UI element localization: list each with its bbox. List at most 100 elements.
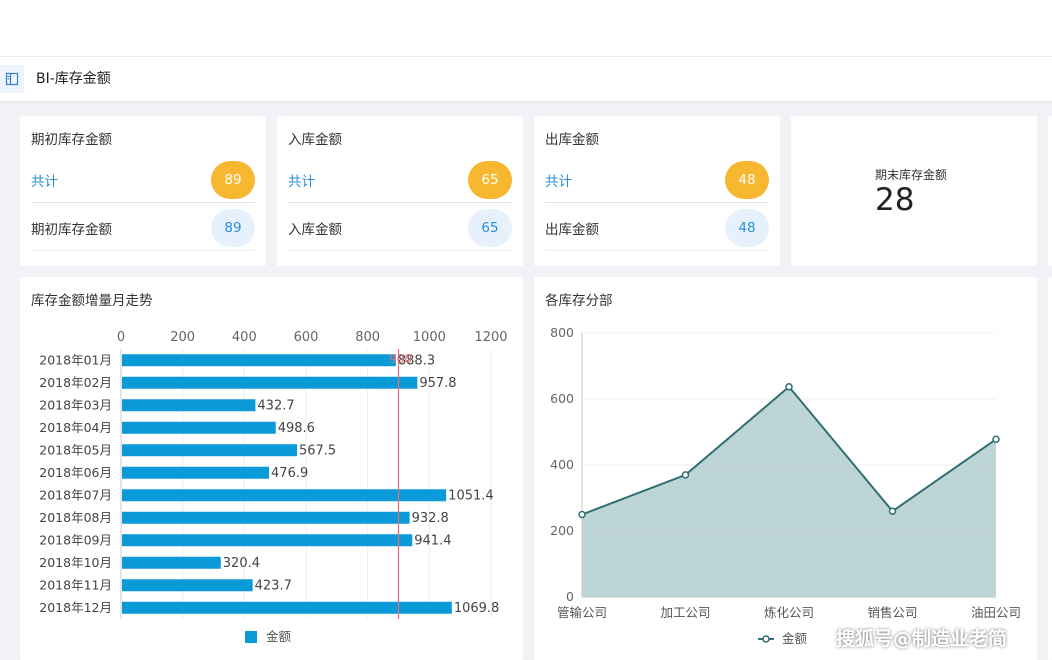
y-tick-label: 2018年01月 — [39, 352, 112, 367]
bar-value-label: 423.7 — [255, 578, 292, 593]
bar[interactable] — [122, 399, 256, 412]
item-badge: 48 — [725, 209, 769, 247]
bar[interactable] — [122, 421, 276, 434]
bar-value-label: 957.8 — [419, 376, 456, 391]
branch-area-chart: 0 200 400 600 800 管输公司 加工公司 炼化公司 销售公司 油田公司金额 — [550, 325, 1021, 646]
inbound-amount-card: 入库金额 共计 65 入库金额 65 — [277, 116, 523, 266]
monthly-bar-chart: 0 200 400 600 800 1000 12002018年01月 888.32018年0… — [39, 330, 507, 644]
item-row: 入库金额 65 — [288, 206, 512, 251]
item-label: 出库金额 — [545, 222, 599, 238]
item-badge: 65 — [468, 209, 512, 247]
total-badge: 89 — [211, 161, 255, 199]
partial-card-edge — [1048, 277, 1052, 660]
kpi-value: 28 — [875, 182, 915, 218]
x-tick-label: 200 — [170, 330, 195, 345]
total-badge: 48 — [725, 161, 769, 199]
bar-value-label: 1051.4 — [448, 488, 494, 503]
x-tick-label: 加工公司 — [660, 605, 710, 620]
y-tick-label: 2018年05月 — [39, 442, 112, 457]
partial-card-edge — [1048, 116, 1052, 266]
bar-value-label: 932.8 — [412, 511, 449, 526]
card-title: 入库金额 — [288, 132, 342, 148]
y-tick-label: 2018年10月 — [39, 555, 112, 570]
total-label: 共计 — [545, 174, 572, 190]
y-tick-label: 600 — [550, 391, 574, 406]
bar-value-label: 432.7 — [257, 398, 294, 413]
y-tick-label: 2018年07月 — [39, 487, 112, 502]
y-tick-label: 2018年08月 — [39, 510, 112, 525]
bar[interactable] — [122, 489, 447, 502]
item-row: 期初库存金额 89 — [31, 206, 255, 251]
top-navigation-bar — [0, 0, 1052, 57]
data-point[interactable] — [992, 435, 1000, 444]
data-point[interactable] — [578, 510, 586, 519]
legend-marker[interactable] — [762, 635, 770, 643]
bar[interactable] — [122, 444, 297, 457]
y-tick-label: 200 — [550, 523, 574, 538]
bar[interactable] — [122, 511, 410, 524]
bar-value-label: 320.4 — [223, 556, 260, 571]
total-badge: 65 — [468, 161, 512, 199]
dashboard-title-bar: BI-库存金额 — [0, 57, 1052, 102]
x-tick-label: 油田公司 — [971, 605, 1021, 620]
kpi-label: 期末库存金额 — [875, 168, 948, 182]
bar-value-label: 498.6 — [278, 421, 315, 436]
bar-value-label: 476.9 — [271, 466, 308, 481]
y-tick-label: 2018年03月 — [39, 397, 112, 412]
bar[interactable] — [122, 354, 396, 367]
total-row: 共计 65 — [288, 158, 512, 203]
item-badge: 89 — [211, 209, 255, 247]
legend-swatch[interactable] — [245, 631, 257, 643]
y-tick-label: 2018年06月 — [39, 465, 112, 480]
x-tick-label: 1000 — [413, 330, 446, 345]
x-tick-label: 0 — [117, 330, 125, 345]
y-tick-label: 2018年12月 — [39, 600, 112, 615]
bar[interactable] — [122, 579, 253, 592]
watermark-text: 搜狐号@制造业老简 — [836, 628, 1008, 650]
item-label: 期初库存金额 — [31, 222, 112, 238]
area-fill — [582, 386, 996, 597]
panel-toggle-icon[interactable] — [0, 65, 24, 93]
bar[interactable] — [122, 601, 452, 614]
x-tick-label: 800 — [355, 330, 380, 345]
bar[interactable] — [122, 376, 418, 389]
y-tick-label: 0 — [566, 589, 574, 604]
y-tick-label: 2018年02月 — [39, 375, 112, 390]
dashboard-title: BI-库存金额 — [36, 71, 111, 87]
bar[interactable] — [122, 466, 270, 479]
x-tick-label: 销售公司 — [867, 605, 917, 620]
bar[interactable] — [122, 534, 413, 547]
legend-label: 金额 — [266, 629, 292, 644]
y-tick-label: 2018年04月 — [39, 420, 112, 435]
item-label: 入库金额 — [288, 222, 342, 238]
data-point[interactable] — [888, 507, 897, 515]
x-tick-label: 炼化公司 — [764, 605, 814, 620]
total-label: 共计 — [288, 174, 315, 190]
total-row: 共计 89 — [31, 158, 255, 203]
data-point[interactable] — [785, 383, 793, 391]
card-title: 出库金额 — [545, 132, 599, 148]
item-row: 出库金额 48 — [545, 206, 769, 251]
branch-distribution-card: 各库存分部 0 200 400 600 800 管输公司 加工公司 炼化公司 销售公司 油田公司金… — [534, 277, 1037, 660]
outbound-amount-card: 出库金额 共计 48 出库金额 48 — [534, 116, 780, 266]
y-tick-label: 2018年09月 — [39, 532, 112, 547]
bar[interactable] — [122, 556, 221, 569]
dashboard-content: 期初库存金额 共计 89 期初库存金额 89 入库金额 共计 65 入库金额 6… — [0, 102, 1052, 660]
reference-line-label: 900 — [389, 352, 412, 366]
total-label: 共计 — [31, 174, 58, 190]
total-row: 共计 48 — [545, 158, 769, 203]
bar-value-label: 1069.8 — [454, 601, 500, 616]
x-tick-label: 1200 — [474, 330, 507, 345]
bar-value-label: 941.4 — [414, 533, 451, 548]
card-title: 期初库存金额 — [31, 132, 112, 148]
closing-inventory-kpi-card: 期末库存金额 28 — [791, 116, 1037, 266]
legend-label: 金额 — [782, 631, 808, 646]
x-tick-label: 管输公司 — [557, 605, 607, 620]
y-tick-label: 2018年11月 — [39, 577, 112, 592]
data-point[interactable] — [681, 471, 690, 479]
x-tick-label: 600 — [294, 330, 319, 345]
x-tick-label: 400 — [232, 330, 257, 345]
monthly-trend-card: 库存金额增量月走势 0 200 400 600 800 1000 1200 2018年01月 8… — [20, 277, 523, 660]
bar-value-label: 567.5 — [299, 443, 336, 458]
opening-inventory-card: 期初库存金额 共计 89 期初库存金额 89 — [20, 116, 266, 266]
